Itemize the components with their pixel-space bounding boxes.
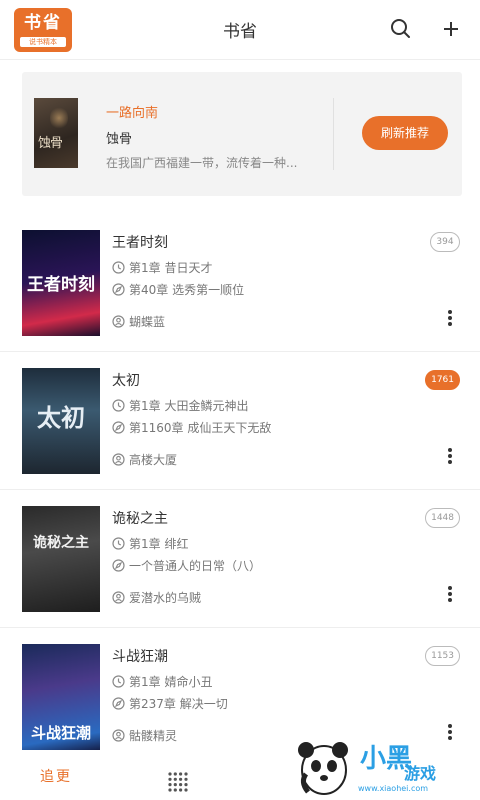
more-vertical-icon [448,586,452,590]
book-cover-title: 诡秘之主 [33,535,89,551]
refresh-recommend-button[interactable]: 刷新推荐 [362,116,448,150]
compass-icon [112,283,125,296]
author-name: 爱潜水的乌贼 [129,591,202,605]
user-icon [112,729,125,742]
tab-discover[interactable] [166,770,190,794]
first-chapter-text: 第1章 昔日天才 [129,261,213,275]
latest-chapter-text: 第40章 选秀第一顺位 [129,283,245,297]
user-icon [112,591,125,604]
book-cover[interactable]: 王者时刻 [22,230,100,336]
watermark-url: www.xiaohei.com [358,784,429,793]
book-title[interactable]: 太初 [112,370,140,390]
update-count-badge: 1761 [425,370,460,390]
recommend-description: 在我国广西福建一带，流传着一种... [106,156,298,170]
plus-icon [444,22,458,36]
latest-chapter-text: 第237章 解决一切 [129,697,228,711]
clock-icon [112,261,125,274]
book-cover-title: 斗战狂潮 [30,724,91,742]
user-icon [112,453,125,466]
latest-chapter-text: 第1160章 成仙王天下无敌 [129,421,272,435]
recommend-label: 一路向南 [106,106,159,121]
clock-icon [112,675,125,688]
divider [333,98,334,170]
book-cover-title: 王者时刻 [27,275,95,295]
update-count-badge: 1448 [425,508,460,528]
book-list-item[interactable]: 王者时刻 王者时刻 第1章 昔日天才 第40章 选秀第一顺位 蝴蝶蓝 394 [0,214,480,352]
book-title[interactable]: 诡秘之主 [112,508,168,528]
dots-grid-icon [168,772,188,792]
user-icon [112,315,125,328]
compass-icon [112,697,125,710]
clock-icon [112,399,125,412]
recommend-cover-title: 蚀骨 [38,136,63,151]
book-title[interactable]: 斗战狂潮 [112,646,168,666]
more-options-button[interactable] [442,308,458,328]
recommend-book-cover[interactable]: 蚀骨 [34,98,78,168]
compass-icon [112,421,125,434]
latest-chapter-text: 一个普通人的日常（八） [129,559,262,573]
author-name: 高楼大厦 [129,453,178,467]
book-list-item[interactable]: 太初 太初 第1章 大田金鳞元神出 第1160章 成仙王天下无敌 高楼大厦 17… [0,352,480,490]
update-count-badge: 394 [430,232,460,252]
compass-icon [112,559,125,572]
search-icon [391,19,410,38]
recommend-card[interactable]: 蚀骨 一路向南 蚀骨 在我国广西福建一带，流传着一种... 刷新推荐 [22,72,462,196]
author-name: 蝴蝶蓝 [129,315,166,329]
author-name: 骷髅精灵 [129,729,178,743]
more-vertical-icon [448,724,452,728]
clock-icon [112,537,125,550]
more-options-button[interactable] [442,584,458,604]
book-title[interactable]: 王者时刻 [112,232,168,252]
recommend-book-name[interactable]: 蚀骨 [106,128,132,147]
book-list-item[interactable]: 诡秘之主 诡秘之主 第1章 绯红 一个普通人的日常（八） 爱潜水的乌贼 1448 [0,490,480,628]
add-button[interactable] [436,14,466,44]
book-cover[interactable]: 太初 [22,368,100,474]
book-cover[interactable]: 斗战狂潮 [22,644,100,750]
book-cover[interactable]: 诡秘之主 [22,506,100,612]
more-options-button[interactable] [442,446,458,466]
first-chapter-text: 第1章 绯红 [129,537,189,551]
first-chapter-text: 第1章 婧命小丑 [129,675,213,689]
first-chapter-text: 第1章 大田金鳞元神出 [129,399,249,413]
app-header: 书省 说书精本 书省 [0,0,480,60]
more-vertical-icon [448,448,452,452]
cover-art [50,106,68,130]
book-cover-title: 太初 [37,403,85,432]
tab-follow[interactable]: 追更 [40,766,72,786]
watermark-brand-sub: 游戏 [404,764,437,783]
update-count-badge: 1153 [425,646,460,666]
more-vertical-icon [448,310,452,314]
search-button[interactable] [386,14,416,44]
